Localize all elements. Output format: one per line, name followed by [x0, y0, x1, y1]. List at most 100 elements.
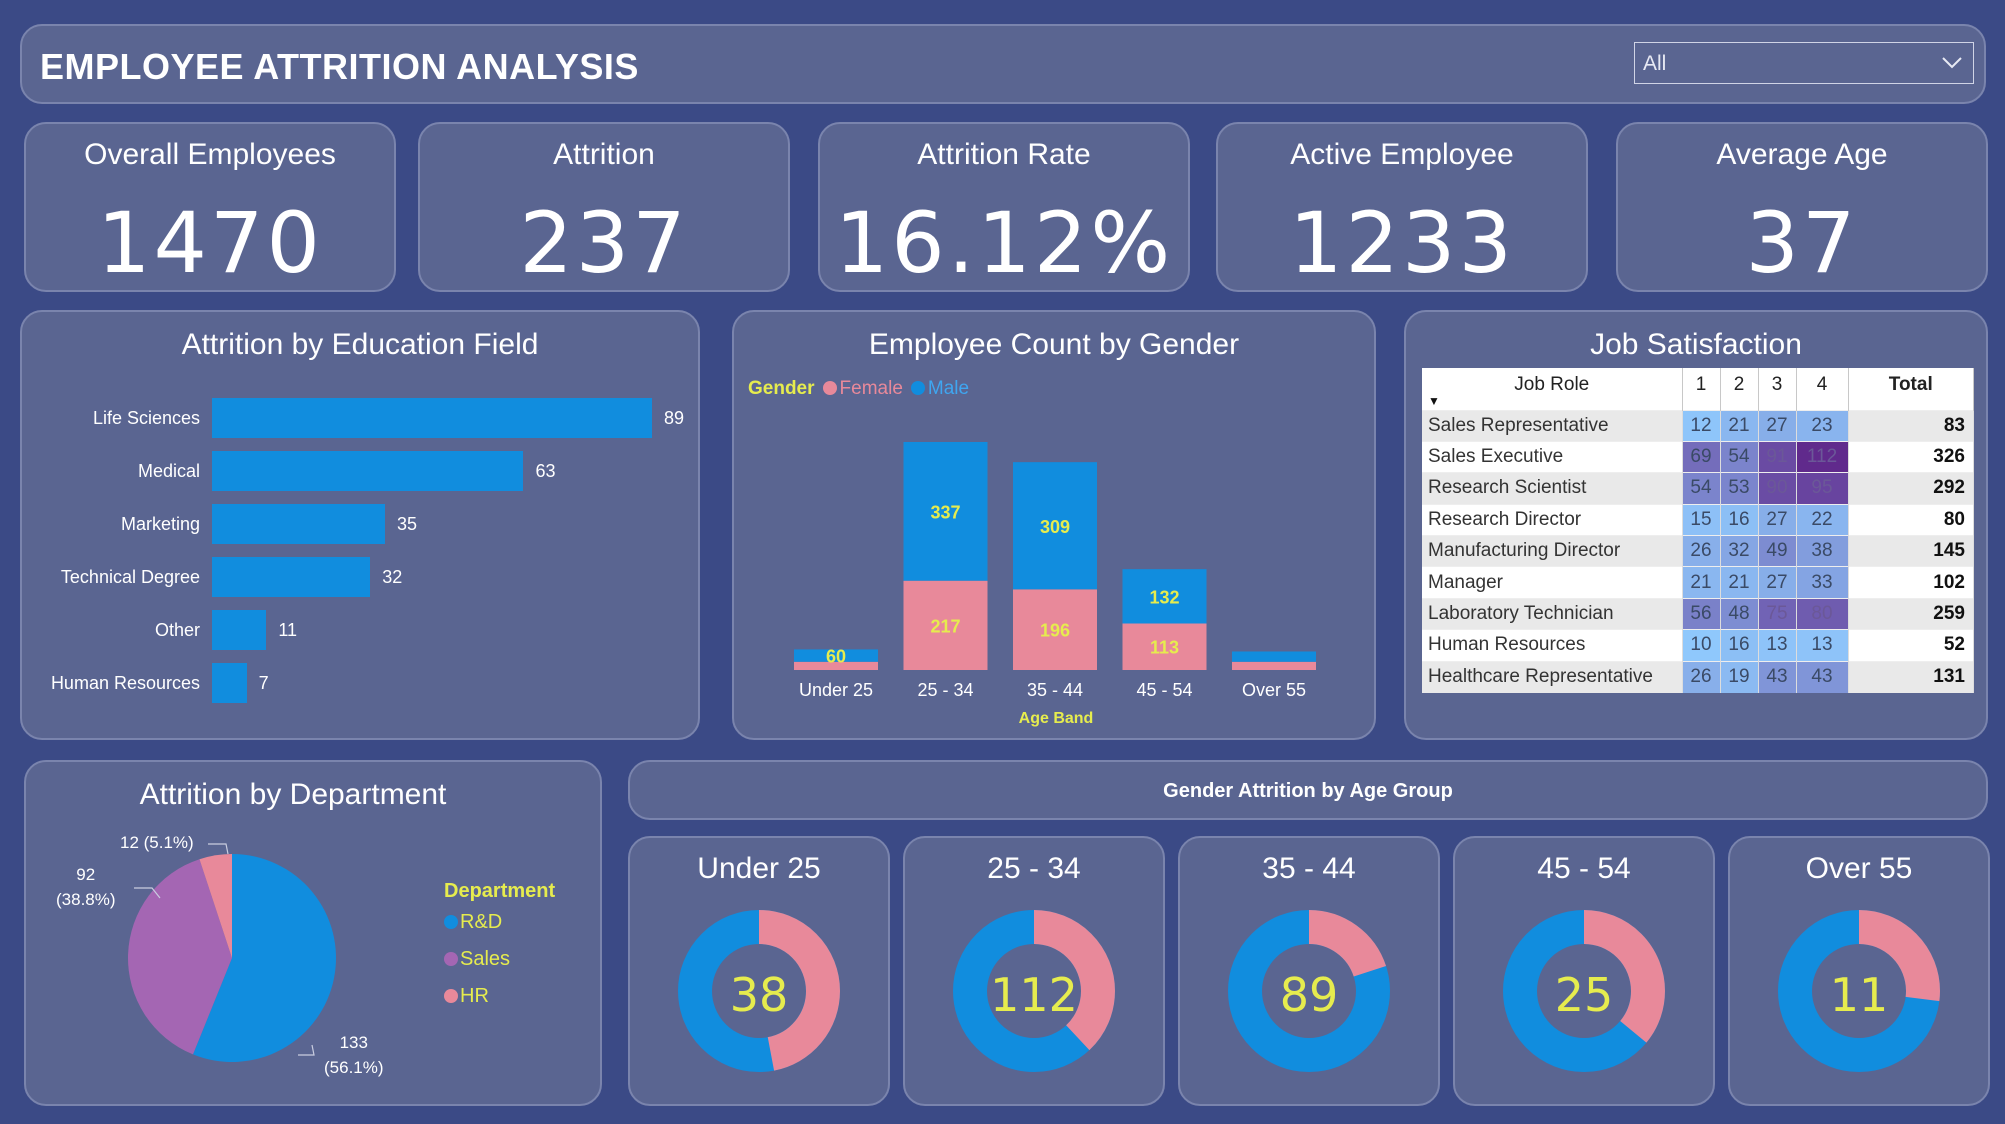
male-data-label: 337	[930, 502, 960, 522]
table-row[interactable]: Healthcare Representative 26 19 43 43 131	[1422, 660, 1974, 693]
job-role-cell: Research Director	[1422, 503, 1683, 536]
total-cell: 259	[1848, 597, 1974, 630]
satisfaction-cell: 56	[1682, 597, 1721, 630]
legend-item-female[interactable]: Female	[840, 378, 903, 399]
job-role-cell: Sales Representative	[1422, 409, 1683, 442]
table-row[interactable]: Human Resources 10 16 13 13 52	[1422, 629, 1974, 662]
column-header-total[interactable]: Total	[1848, 368, 1974, 410]
x-tick-label: 45 - 54	[1136, 680, 1192, 700]
kpi-label: Active Employee	[1290, 138, 1514, 171]
sales-legend-dot	[444, 952, 458, 966]
x-tick-label: Over 55	[1242, 680, 1306, 700]
education-bar[interactable]	[212, 398, 652, 438]
kpi-card-active-employee: Active Employee 1233	[1216, 122, 1588, 292]
job-role-cell: Laboratory Technician	[1422, 597, 1683, 630]
column-header-1[interactable]: 1	[1682, 368, 1721, 410]
job-role-cell: Research Scientist	[1422, 472, 1683, 505]
age-group-label: 45 - 54	[1537, 852, 1631, 885]
legend-item-hr[interactable]: HR	[444, 985, 555, 1008]
column-header-job-role[interactable]: Job Role ▼	[1422, 368, 1683, 410]
table-row[interactable]: Sales Representative 12 21 27 23 83	[1422, 409, 1974, 442]
gender-stacked-bar-chart: 60 Under 25 217 337 25 - 34 196 309 35 - 44 113 1…	[794, 442, 1316, 727]
table-row[interactable]: Laboratory Technician 56 48 75 80 259	[1422, 597, 1974, 630]
legend-item-sales[interactable]: Sales	[444, 948, 555, 971]
table-row[interactable]: Manufacturing Director 26 32 49 38 145	[1422, 535, 1974, 567]
satisfaction-cell: 90	[1758, 472, 1797, 505]
legend-item-label: Sales	[460, 948, 511, 970]
column-header-2[interactable]: 2	[1720, 368, 1759, 410]
age-group-card: Over 55 11	[1728, 836, 1990, 1106]
age-group-value: 112	[990, 968, 1078, 1022]
education-bar[interactable]	[212, 610, 267, 650]
satisfaction-cell: 16	[1720, 503, 1759, 536]
job-role-cell: Manufacturing Director	[1422, 535, 1683, 567]
column-header-4[interactable]: 4	[1796, 368, 1849, 410]
kpi-label: Attrition	[553, 138, 655, 171]
satisfaction-cell: 10	[1682, 629, 1721, 662]
education-bar[interactable]	[212, 557, 371, 597]
satisfaction-cell: 53	[1720, 472, 1759, 505]
table-row[interactable]: Research Director 15 16 27 22 80	[1422, 503, 1974, 536]
column-header-label: Job Role	[1514, 374, 1590, 395]
male-legend-dot	[910, 381, 925, 395]
satisfaction-cell: 27	[1758, 566, 1797, 599]
job-role-cell: Manager	[1422, 566, 1683, 599]
table-row[interactable]: Sales Executive 69 54 91 112 326	[1422, 440, 1974, 473]
age-group-value: 89	[1279, 968, 1339, 1022]
satisfaction-cell: 32	[1720, 535, 1759, 567]
education-bar[interactable]	[212, 451, 524, 491]
education-data-label: 11	[278, 620, 298, 640]
table-row[interactable]: Manager 21 21 27 33 102	[1422, 566, 1974, 599]
leader-line-rd	[298, 1044, 315, 1056]
sort-descending-icon[interactable]: ▼	[1428, 394, 1440, 408]
satisfaction-cell: 91	[1758, 440, 1797, 473]
filter-dropdown[interactable]: All	[1634, 42, 1974, 84]
age-group-label: Under 25	[697, 852, 821, 885]
satisfaction-cell: 27	[1758, 503, 1797, 536]
table-row[interactable]: Research Scientist 54 53 90 95 292	[1422, 472, 1974, 505]
pie-label-sales-percent: (38.8%)	[56, 890, 116, 909]
education-chart-panel: Attrition by Education Field Life Scienc…	[20, 310, 700, 740]
satisfaction-cell: 21	[1720, 409, 1759, 442]
legend-title: Gender	[748, 378, 815, 399]
age-group-value: 25	[1554, 968, 1614, 1022]
satisfaction-cell: 95	[1796, 472, 1849, 505]
female-legend-dot	[822, 381, 837, 395]
column-header-3[interactable]: 3	[1758, 368, 1797, 410]
total-cell: 131	[1848, 660, 1974, 693]
kpi-value: 1470	[97, 194, 323, 292]
satisfaction-cell: 21	[1720, 566, 1759, 599]
education-bar[interactable]	[212, 663, 247, 703]
male-data-label: 309	[1040, 517, 1070, 537]
satisfaction-cell: 48	[1720, 597, 1759, 630]
satisfaction-cell: 13	[1758, 629, 1797, 662]
job-satisfaction-panel: Job Satisfaction Job Role ▼ 1 2 3 4 Tota…	[1404, 310, 1988, 740]
kpi-card-overall-employees: Overall Employees 1470	[24, 122, 396, 292]
age-group-card: 25 - 34 112	[903, 836, 1165, 1106]
gender-chart-panel: Employee Count by Gender 60 Under 25 217 33…	[732, 310, 1376, 740]
satisfaction-cell: 54	[1720, 440, 1759, 473]
x-tick-label: Under 25	[799, 680, 873, 700]
leader-line-hr	[208, 843, 229, 855]
legend-item-label: R&D	[460, 911, 503, 933]
satisfaction-cell: 13	[1796, 629, 1849, 662]
male-bar	[1232, 651, 1316, 662]
satisfaction-cell: 43	[1758, 660, 1797, 693]
female-data-label: 113	[1150, 638, 1179, 658]
age-group-header: Gender Attrition by Age Group	[628, 760, 1988, 820]
pie-label-rd: 133 (56.1%)	[324, 1030, 384, 1080]
legend-item-label: HR	[460, 985, 489, 1007]
legend-item-male[interactable]: Male	[928, 378, 969, 399]
education-category-label: Medical	[137, 461, 200, 481]
kpi-label: Attrition Rate	[917, 138, 1091, 171]
age-group-value: 38	[729, 968, 789, 1022]
education-bar[interactable]	[212, 504, 386, 544]
satisfaction-cell: 80	[1796, 597, 1849, 630]
education-data-label: 35	[397, 514, 418, 534]
satisfaction-cell: 69	[1682, 440, 1721, 473]
x-tick-label: 35 - 44	[1027, 680, 1083, 700]
legend-item-rd[interactable]: R&D	[444, 911, 555, 934]
total-cell: 52	[1848, 629, 1974, 662]
female-data-label: 196	[1040, 621, 1070, 641]
pie-label-sales: 92 (38.8%)	[56, 862, 116, 912]
